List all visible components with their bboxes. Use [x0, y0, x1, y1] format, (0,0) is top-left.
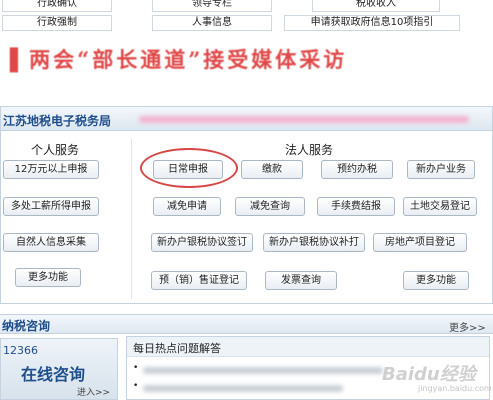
btn-exemption-query[interactable]: 减免查询: [235, 197, 305, 216]
btn-bank-tax-agreement-sign[interactable]: 新办户银税协议签订: [151, 233, 253, 252]
enter-link[interactable]: 进入>>: [77, 385, 110, 398]
watermark-logo: Baidu经验: [382, 364, 476, 385]
btn-land-transaction[interactable]: 土地交易登记: [403, 197, 477, 216]
blurred-faq-text: [143, 367, 383, 374]
btn-legal-more[interactable]: 更多功能: [403, 271, 469, 290]
link-leader-column[interactable]: 领导专栏: [152, 0, 272, 12]
btn-multi-salary-declaration[interactable]: 多处工薪所得申报: [3, 197, 99, 216]
faq-bullet[interactable]: •: [133, 381, 138, 391]
top-links-grid: 行政确认 领导专栏 税收收入 行政强制 人事信息 申请获取政府信息10项指引: [0, 0, 493, 36]
btn-real-estate-project[interactable]: 房地产项目登记: [373, 233, 467, 252]
btn-presale-certificate[interactable]: 预（销）售证登记: [151, 271, 247, 290]
faq-title: 每日热点问题解答: [133, 342, 221, 355]
consult-title: 纳税咨询: [2, 319, 51, 333]
consult-more-link[interactable]: 更多>>: [449, 319, 486, 334]
etax-panel-title: 江苏地税电子税务局: [3, 114, 112, 128]
btn-appointment[interactable]: 预约办税: [321, 160, 393, 179]
blurred-text: [139, 116, 469, 123]
faq-bullet[interactable]: •: [133, 363, 138, 373]
btn-invoice-query[interactable]: 发票查询: [265, 271, 337, 290]
btn-natural-person-info[interactable]: 自然人信息采集: [3, 233, 99, 252]
btn-exemption-apply[interactable]: 减免申请: [153, 197, 221, 216]
personal-service-heading: 个人服务: [31, 143, 80, 157]
divider: [131, 139, 132, 299]
online-consult-label: 在线咨询: [21, 365, 86, 384]
faq-header: 每日热点问题解答: [127, 337, 489, 357]
link-info-request-guide[interactable]: 申请获取政府信息10项指引: [284, 15, 460, 31]
link-tax-revenue[interactable]: 税收收入: [312, 0, 440, 12]
btn-fee-settlement[interactable]: 手续费结报: [317, 197, 395, 216]
btn-new-account-business[interactable]: 新办户业务: [407, 160, 475, 179]
link-administrative-confirmation[interactable]: 行政确认: [2, 0, 112, 12]
consult-header: 纳税咨询 更多>>: [0, 314, 493, 334]
online-consult-box[interactable]: 12366 在线咨询 进入>>: [0, 338, 118, 400]
btn-bank-tax-agreement-reprint[interactable]: 新办户银税协议补打: [263, 233, 365, 252]
etax-panel-header: 江苏地税电子税务局: [1, 107, 492, 131]
watermark-url: jingyan.baidu.com: [418, 384, 492, 393]
screenshot-root: 行政确认 领导专栏 税收收入 行政强制 人事信息 申请获取政府信息10项指引 ▌…: [0, 0, 493, 400]
etax-panel: 江苏地税电子税务局 个人服务 法人服务 12万元以上申报 多处工薪所得申报 自然…: [0, 106, 493, 304]
highlight-circle: [140, 148, 238, 188]
btn-over-120k-declaration[interactable]: 12万元以上申报: [3, 160, 99, 179]
blurred-faq-text: [143, 385, 343, 392]
link-personnel-info[interactable]: 人事信息: [152, 15, 272, 31]
hotline-number: 12366: [3, 344, 38, 357]
btn-personal-more[interactable]: 更多功能: [15, 268, 81, 287]
legal-service-heading: 法人服务: [285, 143, 334, 157]
link-administrative-enforcement[interactable]: 行政强制: [2, 15, 112, 31]
banner-headline[interactable]: ▌两会“部长通道”接受媒体采访: [10, 44, 347, 74]
btn-payment[interactable]: 缴款: [241, 160, 303, 179]
news-banner[interactable]: ▌两会“部长通道”接受媒体采访: [0, 40, 493, 82]
